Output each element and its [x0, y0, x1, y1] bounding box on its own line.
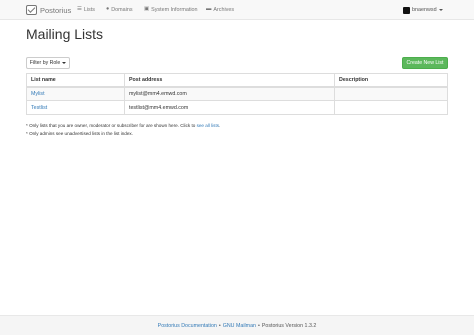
- globe-icon: ●: [106, 6, 110, 13]
- chevron-down-icon: [438, 9, 443, 11]
- nav-archives[interactable]: ▬ Archives: [206, 6, 234, 14]
- filter-by-role-dropdown[interactable]: Filter by Role: [26, 57, 70, 69]
- nav-domains-label: Domains: [111, 7, 133, 13]
- list-icon: ☰: [77, 6, 82, 13]
- list-link-testlist[interactable]: Testlist: [31, 105, 47, 111]
- note-text: * Only lists that you are owner, moderat…: [26, 123, 196, 128]
- column-header-list-name: List name: [26, 73, 125, 88]
- footer-separator: •: [218, 322, 221, 329]
- mailing-lists-table: List name Post address Description Mylis…: [26, 73, 448, 115]
- description-cell: [334, 86, 448, 101]
- info-icon: ▣: [144, 6, 150, 13]
- nav-system-information-label: System Information: [151, 7, 198, 13]
- nav-lists-label: Lists: [83, 7, 95, 13]
- nav-domains[interactable]: ● Domains: [106, 6, 133, 14]
- column-header-description: Description: [334, 73, 448, 88]
- create-new-list-button[interactable]: Create New List: [402, 57, 448, 69]
- username: bnaenwsd: [412, 7, 437, 13]
- list-name-cell: Testlist: [26, 100, 125, 115]
- nav-system-information[interactable]: ▣ System Information: [144, 6, 198, 14]
- table-row: Mylist mylist@mm4.emwd.com: [26, 86, 448, 101]
- unadvertised-lists-note: * Only admins see unadvertised lists in …: [26, 131, 133, 136]
- column-header-post-address: Post address: [124, 73, 335, 88]
- list-link-mylist[interactable]: Mylist: [31, 91, 45, 97]
- page-title: Mailing Lists: [26, 26, 104, 42]
- postorius-documentation-link[interactable]: Postorius Documentation: [158, 323, 217, 329]
- comment-icon: ▬: [206, 6, 212, 13]
- note-suffix: .: [219, 123, 221, 128]
- postorius-logo-icon: [26, 5, 37, 15]
- lists-visibility-note: * Only lists that you are owner, moderat…: [26, 123, 220, 128]
- list-name-cell: Mylist: [26, 86, 125, 101]
- gnu-mailman-link[interactable]: GNU Mailman: [223, 323, 256, 329]
- table-header-row: List name Post address Description: [26, 73, 448, 88]
- brand-link[interactable]: Postorius: [26, 3, 71, 17]
- user-menu[interactable]: bnaenwsd: [403, 5, 443, 15]
- see-all-lists-link[interactable]: see all lists: [197, 123, 219, 128]
- navbar: Postorius ☰ Lists ● Domains ▣ System Inf…: [0, 0, 474, 20]
- chevron-down-icon: [62, 62, 67, 64]
- filter-by-role-label: Filter by Role: [29, 60, 61, 66]
- nav-lists[interactable]: ☰ Lists: [77, 6, 95, 14]
- footer: Postorius Documentation • GNU Mailman • …: [0, 315, 474, 335]
- footer-separator: •: [257, 322, 260, 329]
- nav-archives-label: Archives: [213, 7, 235, 13]
- version-text: Postorius Version 1.3.2: [261, 322, 317, 329]
- table-row: Testlist testlist@mm4.emwd.com: [26, 100, 448, 115]
- post-address-cell: mylist@mm4.emwd.com: [124, 86, 335, 101]
- avatar: [403, 6, 410, 14]
- post-address-cell: testlist@mm4.emwd.com: [124, 100, 335, 115]
- brand-name: Postorius: [40, 5, 72, 15]
- description-cell: [334, 100, 448, 115]
